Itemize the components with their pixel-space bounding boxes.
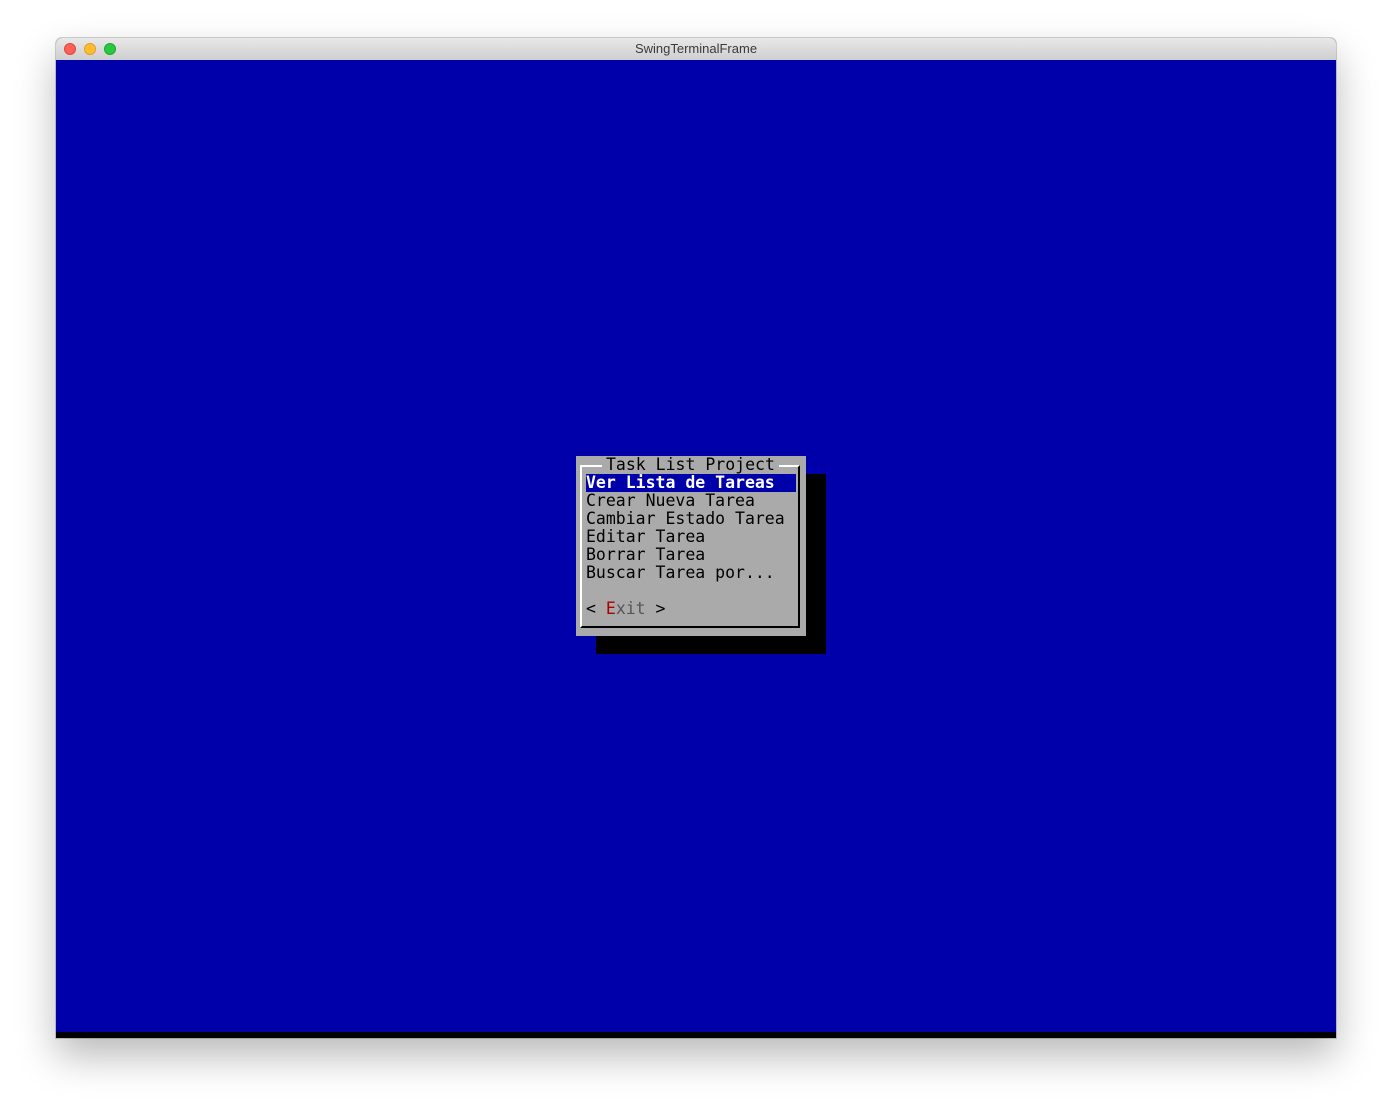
- menu-item-editar-tarea[interactable]: Editar Tarea: [586, 528, 796, 546]
- menu-item-crear-nueva-tarea[interactable]: Crear Nueva Tarea: [586, 492, 796, 510]
- menu-item-cambiar-estado-tarea[interactable]: Cambiar Estado Tarea: [586, 510, 796, 528]
- terminal-window: SwingTerminalFrame Task List Project Ver…: [56, 38, 1336, 1038]
- exit-right-bracket: >: [645, 599, 666, 618]
- menu-item-ver-lista-de-tareas[interactable]: Ver Lista de Tareas: [586, 474, 796, 492]
- title-bar[interactable]: SwingTerminalFrame: [56, 38, 1336, 61]
- window-bottom-strip: [56, 1032, 1336, 1038]
- menu-item-buscar-tarea-por[interactable]: Buscar Tarea por...: [586, 564, 796, 582]
- menu-dialog: Task List Project Ver Lista de Tareas Cr…: [576, 456, 806, 636]
- terminal-screen: Task List Project Ver Lista de Tareas Cr…: [56, 60, 1336, 1032]
- exit-button[interactable]: < Exit >: [586, 600, 666, 618]
- dialog-title: Task List Project: [602, 456, 779, 474]
- action-list: Ver Lista de Tareas Crear Nueva Tarea Ca…: [586, 474, 796, 582]
- menu-item-borrar-tarea[interactable]: Borrar Tarea: [586, 546, 796, 564]
- window-title: SwingTerminalFrame: [634, 41, 758, 56]
- exit-hotkey: E: [605, 599, 616, 618]
- exit-left-bracket: <: [586, 599, 606, 618]
- exit-label: xit: [615, 599, 646, 618]
